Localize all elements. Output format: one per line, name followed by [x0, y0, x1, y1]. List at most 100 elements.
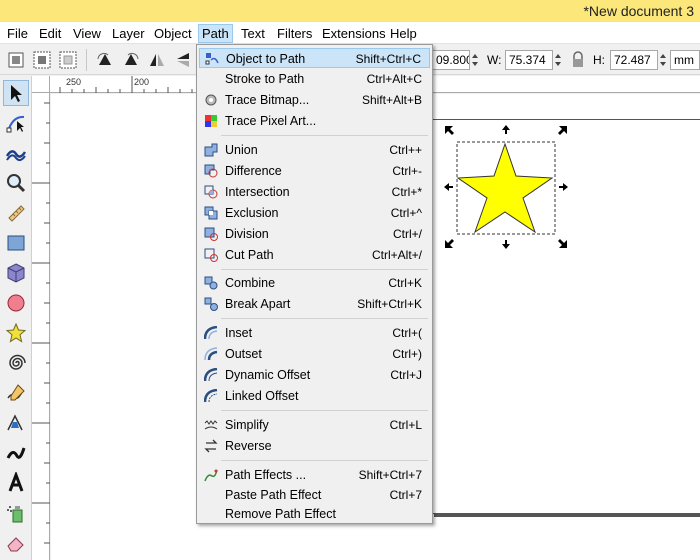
- scale-handle-icon[interactable]: [502, 125, 510, 134]
- menu-layer[interactable]: Layer: [109, 24, 148, 43]
- window-title: *New document 3: [583, 3, 694, 19]
- menu-item-remove-path-effect[interactable]: Remove Path Effect: [199, 504, 430, 524]
- menu-item-paste-path-effect[interactable]: Paste Path Effect Ctrl+7: [199, 485, 430, 505]
- rectangle-tool-icon[interactable]: [3, 230, 29, 256]
- width-label: W:: [487, 53, 502, 67]
- menu-item-shortcut: Shift+Alt+B: [361, 93, 422, 107]
- menu-item-cut-path[interactable]: Cut Path Ctrl+Alt+/: [199, 245, 430, 265]
- scale-handle-icon[interactable]: [559, 183, 568, 191]
- menu-item-simplify[interactable]: Simplify Ctrl+L: [199, 415, 430, 435]
- select-all-layers-icon[interactable]: [32, 50, 52, 70]
- menu-separator: [221, 460, 428, 461]
- cut-path-icon: [204, 248, 218, 262]
- calligraphy-tool-icon[interactable]: [3, 440, 29, 466]
- star-tool-icon[interactable]: [3, 320, 29, 346]
- node-tool-icon[interactable]: [3, 110, 29, 136]
- menu-item-path-effects[interactable]: Path Effects ... Shift+Ctrl+7: [199, 465, 430, 485]
- menu-item-label: Difference: [225, 164, 282, 178]
- toolbar-separator: [86, 49, 87, 71]
- flip-vertical-icon[interactable]: [173, 50, 193, 70]
- menu-item-inset[interactable]: Inset Ctrl+(: [199, 323, 430, 343]
- menu-item-difference[interactable]: Difference Ctrl+-: [199, 161, 430, 181]
- unit-select[interactable]: mm: [670, 50, 700, 70]
- menu-item-shortcut: Ctrl+(: [392, 326, 422, 340]
- scale-handle-icon[interactable]: [502, 240, 510, 249]
- menu-item-label: Division: [225, 227, 269, 241]
- menu-path[interactable]: Path: [198, 24, 233, 43]
- scale-handle-icon[interactable]: [445, 239, 454, 248]
- simplify-icon: [204, 418, 218, 432]
- height-field[interactable]: 72.487: [610, 50, 658, 70]
- outset-icon: [204, 347, 218, 361]
- menu-item-stroke-to-path[interactable]: Stroke to Path Ctrl+Alt+C: [199, 69, 430, 89]
- scale-handle-icon[interactable]: [558, 126, 567, 135]
- difference-icon: [204, 164, 218, 178]
- width-spinner[interactable]: [553, 50, 564, 70]
- measure-tool-icon[interactable]: [3, 200, 29, 226]
- menu-item-label: Linked Offset: [225, 389, 299, 403]
- menu-bar: File Edit View Layer Object Path Text Fi…: [0, 22, 700, 44]
- menu-item-shortcut: Ctrl+Alt+/: [371, 248, 422, 262]
- menu-item-label: Union: [225, 143, 258, 157]
- flip-horizontal-icon[interactable]: [147, 50, 167, 70]
- dynamic-offset-icon: [203, 367, 218, 382]
- menu-item-exclusion[interactable]: Exclusion Ctrl+^: [199, 203, 430, 223]
- menu-view[interactable]: View: [70, 24, 104, 43]
- menu-item-break-apart[interactable]: Break Apart Shift+Ctrl+K: [199, 294, 430, 314]
- lock-icon[interactable]: [568, 50, 588, 70]
- ruler-label: 250: [66, 77, 82, 87]
- eraser-tool-icon[interactable]: [3, 530, 29, 556]
- menu-item-label: Cut Path: [225, 248, 274, 262]
- scale-handle-icon[interactable]: [445, 126, 454, 135]
- menu-edit[interactable]: Edit: [36, 24, 64, 43]
- menu-separator: [221, 410, 428, 411]
- menu-item-intersection[interactable]: Intersection Ctrl+*: [199, 182, 430, 202]
- menu-text[interactable]: Text: [238, 24, 268, 43]
- rotate-cw-icon[interactable]: [121, 50, 141, 70]
- menu-extensions[interactable]: Extensions: [319, 24, 389, 43]
- pencil-tool-icon[interactable]: [3, 380, 29, 406]
- menu-item-linked-offset[interactable]: Linked Offset: [199, 386, 430, 406]
- menu-filters[interactable]: Filters: [274, 24, 315, 43]
- tweak-tool-icon[interactable]: [3, 140, 29, 166]
- menu-item-object-to-path[interactable]: Object to Path Shift+Ctrl+C: [199, 48, 430, 68]
- width-field[interactable]: 75.374: [505, 50, 553, 70]
- menu-item-reverse[interactable]: Reverse: [199, 436, 430, 456]
- ellipse-tool-icon[interactable]: [3, 290, 29, 316]
- menu-item-combine[interactable]: Combine Ctrl+K: [199, 273, 430, 293]
- menu-item-label: Reverse: [225, 439, 272, 453]
- y-coordinate-field[interactable]: 09.800: [432, 50, 470, 70]
- intersection-icon: [204, 185, 218, 199]
- menu-item-union[interactable]: Union Ctrl++: [199, 140, 430, 160]
- scale-handle-icon[interactable]: [444, 183, 453, 191]
- menu-item-shortcut: Ctrl+^: [390, 206, 422, 220]
- object-to-path-icon: [205, 52, 219, 66]
- zoom-tool-icon[interactable]: [3, 170, 29, 196]
- menu-item-division[interactable]: Division Ctrl+/: [199, 224, 430, 244]
- menu-item-trace-pixel-art[interactable]: Trace Pixel Art...: [199, 111, 430, 131]
- menu-item-trace-bitmap[interactable]: Trace Bitmap... Shift+Alt+B: [199, 90, 430, 110]
- height-spinner[interactable]: [658, 50, 669, 70]
- scale-handle-icon[interactable]: [558, 239, 567, 248]
- text-tool-icon[interactable]: [3, 470, 29, 496]
- menu-object[interactable]: Object: [151, 24, 195, 43]
- spiral-tool-icon[interactable]: [3, 350, 29, 376]
- menu-item-dynamic-offset[interactable]: Dynamic Offset Ctrl+J: [199, 365, 430, 385]
- menu-item-label: Paste Path Effect: [225, 488, 322, 502]
- selector-tool-icon[interactable]: [3, 80, 29, 106]
- menu-item-label: Intersection: [225, 185, 290, 199]
- y-spinner[interactable]: [470, 50, 481, 70]
- rotate-ccw-icon[interactable]: [95, 50, 115, 70]
- deselect-icon[interactable]: [58, 50, 78, 70]
- menu-file[interactable]: File: [4, 24, 31, 43]
- menu-help[interactable]: Help: [387, 24, 420, 43]
- spray-tool-icon[interactable]: [3, 500, 29, 526]
- selection-handles[interactable]: [443, 124, 569, 250]
- select-all-icon[interactable]: [6, 50, 26, 70]
- menu-item-shortcut: Shift+Ctrl+C: [355, 52, 421, 66]
- menu-item-outset[interactable]: Outset Ctrl+): [199, 344, 430, 364]
- menu-separator: [221, 135, 428, 136]
- 3d-box-tool-icon[interactable]: [3, 260, 29, 286]
- pen-tool-icon[interactable]: [3, 410, 29, 436]
- vertical-ruler[interactable]: [32, 93, 50, 560]
